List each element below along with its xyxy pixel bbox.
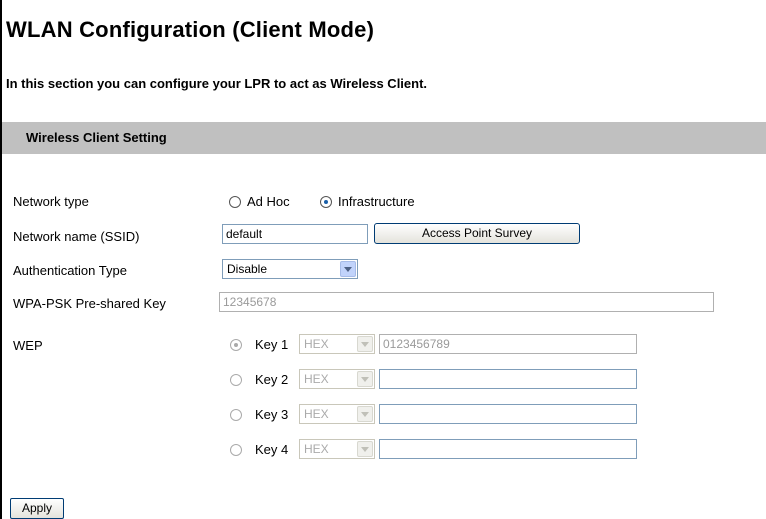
auth-type-select[interactable]: Disable: [222, 259, 358, 279]
wep-key2-format-select[interactable]: HEX: [299, 369, 375, 389]
wep-key4-radio[interactable]: [230, 444, 242, 456]
radio-ad-hoc[interactable]: [229, 196, 241, 208]
radio-infrastructure[interactable]: [320, 196, 332, 208]
wep-key3-label: Key 3: [255, 407, 289, 422]
radio-selected-dot: [324, 200, 328, 204]
wep-key1-radio[interactable]: [230, 339, 242, 351]
radio-infrastructure-label: Infrastructure: [338, 194, 415, 209]
wep-key1-format-select[interactable]: HEX: [299, 334, 375, 354]
wep-key2-radio[interactable]: [230, 374, 242, 386]
wep-key4-format-value: HEX: [304, 442, 329, 456]
wep-label: WEP: [13, 338, 43, 353]
radio-selected-dot: [234, 343, 238, 347]
wep-key2-label: Key 2: [255, 372, 289, 387]
ssid-input[interactable]: default: [222, 224, 368, 244]
radio-ad-hoc-label: Ad Hoc: [247, 194, 290, 209]
access-point-survey-button[interactable]: Access Point Survey: [374, 223, 580, 244]
apply-button[interactable]: Apply: [10, 498, 64, 519]
wpa-psk-input[interactable]: 12345678: [219, 292, 714, 312]
wep-key4-label: Key 4: [255, 442, 289, 457]
chevron-down-icon[interactable]: [357, 441, 373, 457]
wep-key1-input[interactable]: 0123456789: [379, 334, 637, 354]
wep-key2-format-value: HEX: [304, 372, 329, 386]
wep-key1-format-value: HEX: [304, 337, 329, 351]
ssid-label: Network name (SSID): [13, 229, 140, 244]
wep-key1-label: Key 1: [255, 337, 289, 352]
network-type-label: Network type: [13, 194, 89, 209]
wep-key4-input[interactable]: [379, 439, 637, 459]
section-title: Wireless Client Setting: [26, 130, 167, 145]
wep-key3-format-select[interactable]: HEX: [299, 404, 375, 424]
chevron-down-icon[interactable]: [340, 261, 356, 277]
wep-key3-input[interactable]: [379, 404, 637, 424]
auth-type-label: Authentication Type: [13, 263, 127, 278]
wep-key3-format-value: HEX: [304, 407, 329, 421]
wep-key4-format-select[interactable]: HEX: [299, 439, 375, 459]
wpa-psk-label: WPA-PSK Pre-shared Key: [13, 296, 166, 311]
chevron-down-icon[interactable]: [357, 336, 373, 352]
chevron-down-icon[interactable]: [357, 406, 373, 422]
chevron-down-icon[interactable]: [357, 371, 373, 387]
wep-key2-input[interactable]: [379, 369, 637, 389]
page-title: WLAN Configuration (Client Mode): [6, 17, 375, 42]
page-description: In this section you can configure your L…: [6, 76, 428, 91]
section-header: Wireless Client Setting: [2, 122, 766, 154]
auth-type-value: Disable: [227, 262, 268, 276]
wep-key3-radio[interactable]: [230, 409, 242, 421]
